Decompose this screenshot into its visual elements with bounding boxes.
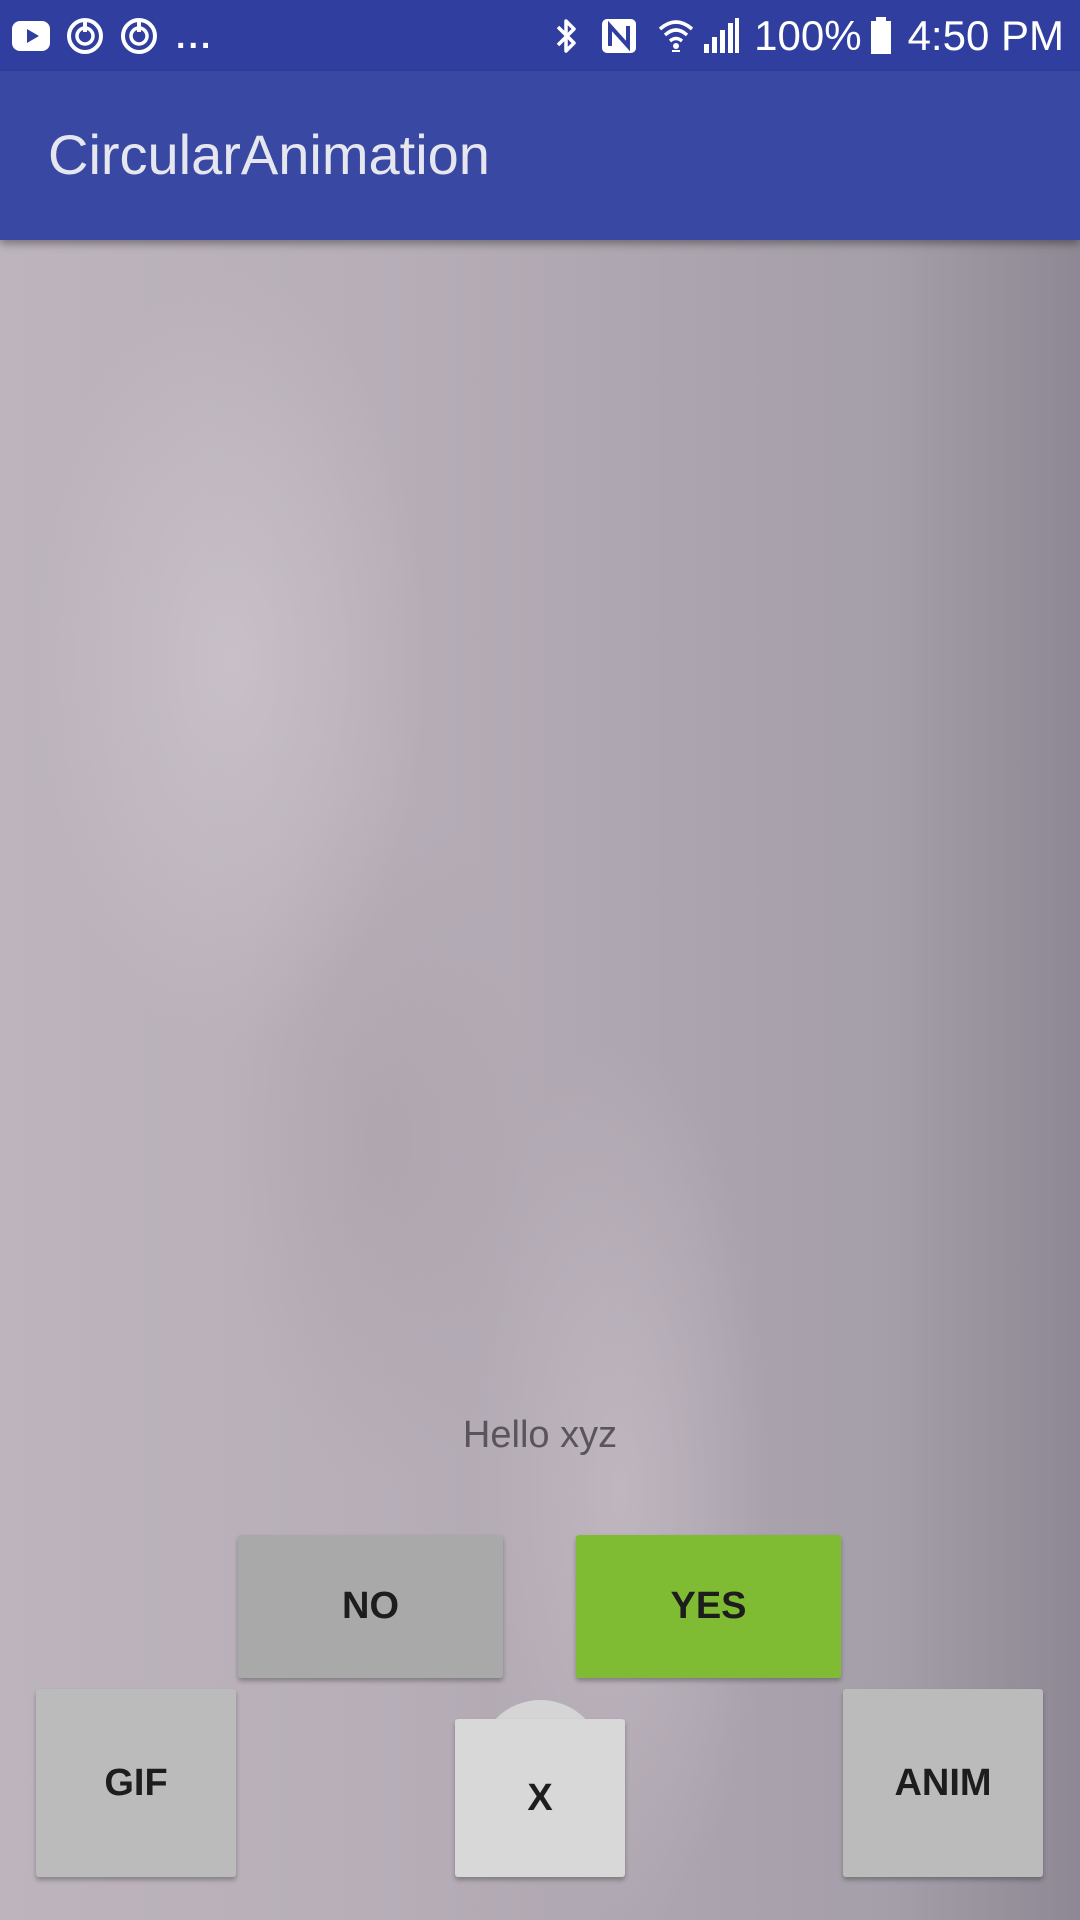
app-bar: CircularAnimation: [0, 71, 1080, 240]
status-bar: ... 100% 4:50 PM: [0, 0, 1080, 71]
sync-icon: [66, 17, 104, 55]
background-image: [0, 240, 1080, 1920]
battery-icon: [870, 16, 892, 55]
wifi-icon: [658, 17, 694, 55]
screen: ... 100% 4:50 PM CircularAnimation Hello…: [0, 0, 1080, 1920]
anim-button[interactable]: ANIM: [843, 1689, 1043, 1877]
bluetooth-icon: [554, 16, 580, 56]
signal-icon: [702, 17, 740, 54]
youtube-icon: [12, 20, 50, 51]
hello-text: Hello xyz: [462, 1414, 618, 1456]
close-x-button[interactable]: X: [455, 1719, 625, 1877]
status-left-icons: ...: [12, 0, 213, 71]
status-right-icons: 100% 4:50 PM: [554, 0, 1064, 71]
battery-percentage: 100%: [754, 11, 862, 59]
page-title: CircularAnimation: [48, 123, 490, 186]
yes-button[interactable]: YES: [576, 1535, 841, 1678]
more-notifications-icon: ...: [176, 18, 214, 56]
no-button[interactable]: NO: [238, 1535, 503, 1678]
sync-icon: [120, 17, 158, 55]
nfc-icon: [600, 17, 638, 55]
clock: 4:50 PM: [907, 11, 1064, 59]
gif-button[interactable]: GIF: [36, 1689, 236, 1877]
